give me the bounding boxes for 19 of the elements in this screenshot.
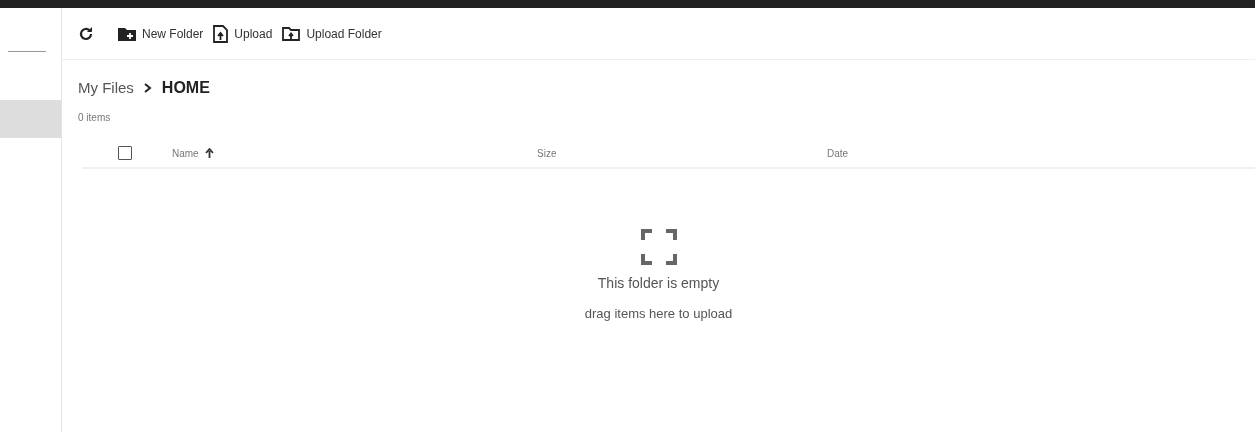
folder-plus-icon <box>118 26 136 41</box>
column-header[interactable]: Date <box>827 145 849 161</box>
refresh-button[interactable] <box>78 25 94 42</box>
select-all-checkbox[interactable] <box>118 146 132 160</box>
file-upload-icon <box>213 24 229 43</box>
empty-hint: drag items here to upload <box>584 305 733 323</box>
refresh-icon <box>78 25 94 42</box>
breadcrumb-link[interactable]: My Files <box>78 76 134 100</box>
new-folder-button[interactable]: New Folder <box>118 24 204 43</box>
upload-folder-button[interactable]: Upload Folder <box>282 24 382 43</box>
upload-button[interactable]: Upload <box>213 24 273 43</box>
breadcrumb-current: HOME <box>161 78 210 98</box>
item-count: 0 items <box>77 111 112 125</box>
column-header[interactable]: Size <box>537 145 557 161</box>
column-header[interactable]: Name <box>172 145 199 161</box>
folder-upload-icon <box>282 26 301 41</box>
empty-title: This folder is empty <box>597 274 720 293</box>
empty-frame-icon <box>640 229 677 265</box>
chevron-right-icon <box>143 83 152 93</box>
